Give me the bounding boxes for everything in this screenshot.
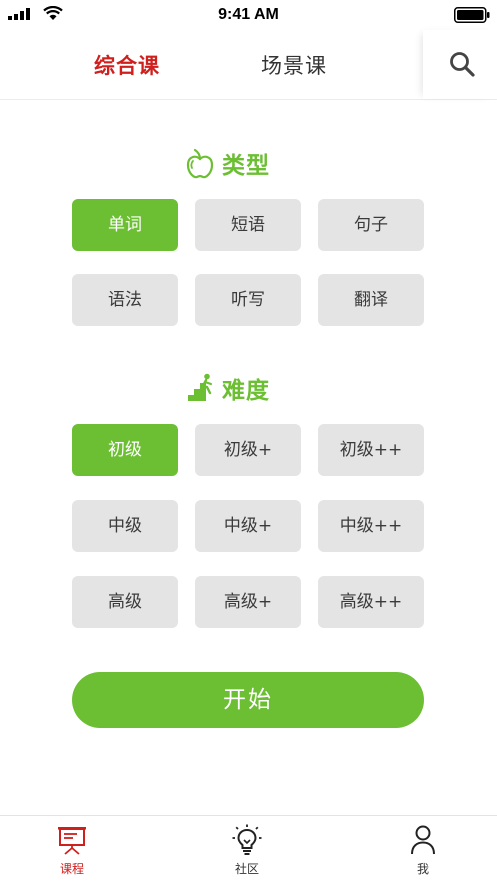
status-time: 9:41 AM: [218, 6, 279, 23]
lightbulb-icon: [232, 824, 262, 855]
difficulty-option-intermediate-plus-plus[interactable]: 中级++: [318, 500, 424, 552]
bottom-tab-me-label: 我: [416, 862, 429, 876]
apple-icon: [186, 148, 214, 179]
presentation-board-icon: [58, 827, 86, 855]
bottom-tab-me[interactable]: 我: [363, 816, 483, 883]
bottom-tab-bar: 课程 社区 我: [0, 815, 497, 883]
battery-icon: [454, 7, 490, 23]
difficulty-option-beginner-plus[interactable]: 初级+: [195, 424, 301, 476]
bottom-tab-course[interactable]: 课程: [12, 816, 132, 883]
search-button[interactable]: [423, 30, 497, 99]
difficulty-section-title: 难度: [222, 378, 270, 404]
tab-scenario-course[interactable]: 场景课: [261, 50, 327, 80]
difficulty-option-advanced[interactable]: 高级: [72, 576, 178, 628]
difficulty-option-beginner-plus-plus[interactable]: 初级++: [318, 424, 424, 476]
difficulty-option-intermediate-plus[interactable]: 中级+: [195, 500, 301, 552]
difficulty-option-advanced-plus-plus[interactable]: 高级++: [318, 576, 424, 628]
type-option-translation[interactable]: 翻译: [318, 274, 424, 326]
type-option-phrase[interactable]: 短语: [195, 199, 301, 251]
person-icon: [411, 825, 435, 855]
difficulty-option-intermediate[interactable]: 中级: [72, 500, 178, 552]
tab-comprehensive-course[interactable]: 综合课: [94, 50, 160, 80]
bottom-tab-course-label: 课程: [59, 862, 84, 876]
type-option-grammar[interactable]: 语法: [72, 274, 178, 326]
search-icon: [450, 52, 475, 77]
status-bar: 9:41 AM: [0, 0, 497, 30]
type-section-title: 类型: [222, 153, 270, 179]
type-option-sentence[interactable]: 句子: [318, 199, 424, 251]
start-button[interactable]: 开始: [72, 672, 424, 728]
difficulty-section-heading: 难度: [0, 371, 497, 405]
difficulty-option-advanced-plus[interactable]: 高级+: [195, 576, 301, 628]
climbing-stairs-icon: [188, 373, 212, 401]
top-tab-header: 综合课 场景课: [0, 30, 497, 100]
type-option-word[interactable]: 单词: [72, 199, 178, 251]
type-section-heading: 类型: [0, 146, 497, 180]
type-option-dictation[interactable]: 听写: [195, 274, 301, 326]
bottom-tab-community-label: 社区: [234, 862, 259, 876]
difficulty-option-beginner[interactable]: 初级: [72, 424, 178, 476]
bottom-tab-community[interactable]: 社区: [187, 816, 307, 883]
